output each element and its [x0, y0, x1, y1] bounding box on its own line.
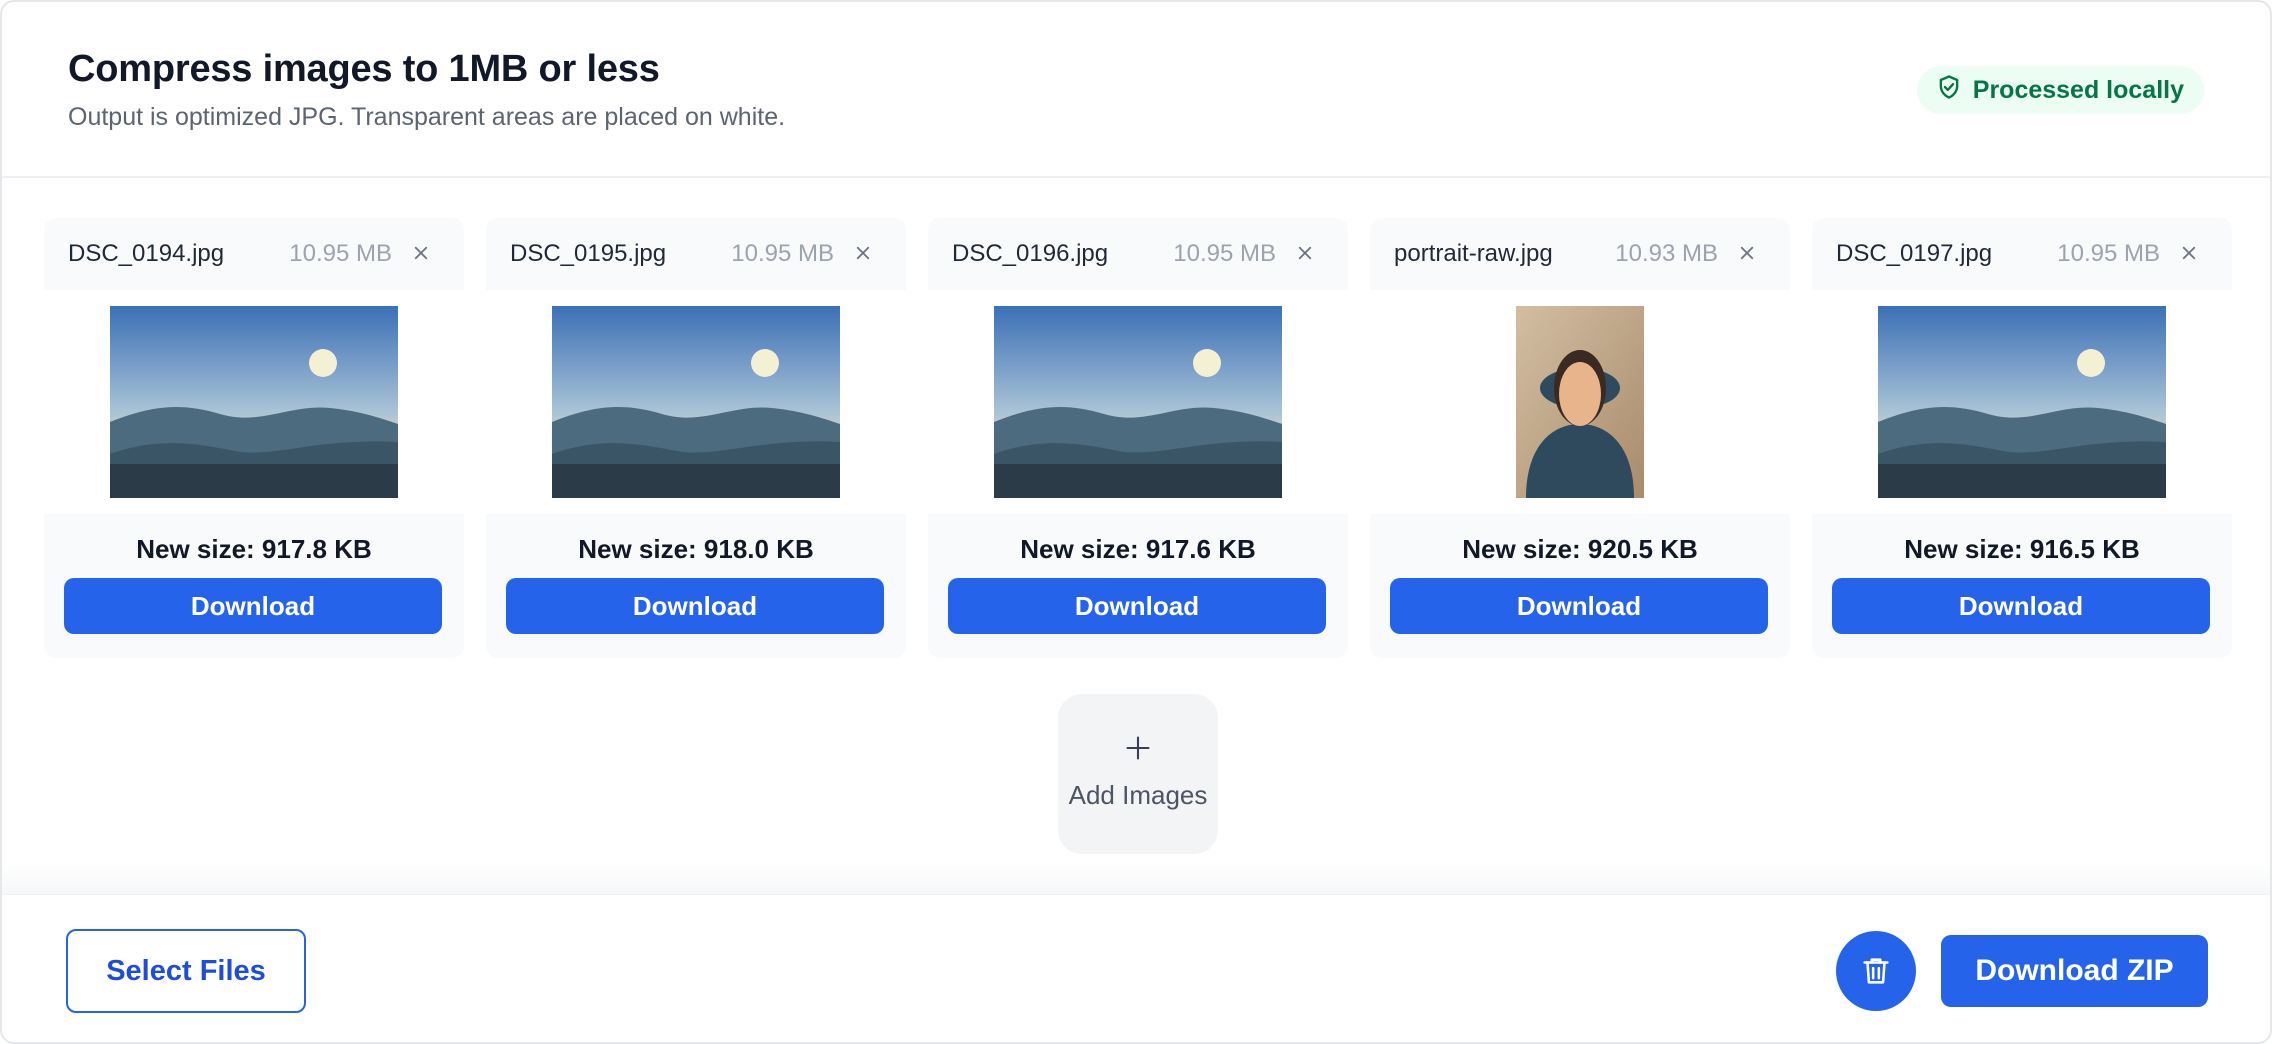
- new-size-label: New size: 917.6 KB: [1020, 534, 1256, 564]
- remove-file-button[interactable]: [406, 238, 436, 268]
- download-button[interactable]: Download: [506, 578, 884, 634]
- remove-file-button[interactable]: [1290, 238, 1320, 268]
- landscape-thumbnail: [110, 306, 398, 498]
- remove-file-button[interactable]: [1732, 238, 1762, 268]
- download-button[interactable]: Download: [64, 578, 442, 634]
- card-footer: New size: 918.0 KB Download: [486, 514, 906, 658]
- file-size: 10.93 MB: [1615, 240, 1718, 267]
- select-files-button[interactable]: Select Files: [66, 929, 306, 1013]
- file-name: DSC_0195.jpg: [510, 240, 667, 267]
- image-card: portrait-raw.jpg 10.93 MB New size: 920.…: [1370, 218, 1790, 658]
- card-footer: New size: 917.8 KB Download: [44, 514, 464, 658]
- card-footer: New size: 916.5 KB Download: [1812, 514, 2232, 658]
- remove-file-button[interactable]: [848, 238, 878, 268]
- close-icon: [856, 246, 870, 260]
- close-icon: [2182, 246, 2196, 260]
- image-card: DSC_0196.jpg 10.95 MB New size: 917.6 KB…: [928, 218, 1348, 658]
- download-button[interactable]: Download: [948, 578, 1326, 634]
- compressor-app: Compress images to 1MB or less Output is…: [0, 0, 2272, 1044]
- page-title: Compress images to 1MB or less: [68, 48, 660, 90]
- header: Compress images to 1MB or less Output is…: [2, 2, 2270, 178]
- file-name: DSC_0197.jpg: [1836, 240, 1993, 267]
- card-header: DSC_0196.jpg 10.95 MB: [928, 218, 1348, 290]
- close-icon: [1298, 246, 1312, 260]
- close-icon: [1740, 246, 1754, 260]
- add-images-button[interactable]: Add Images: [1058, 694, 1218, 854]
- image-card: DSC_0194.jpg 10.95 MB New size: 917.8 KB…: [44, 218, 464, 658]
- processed-locally-badge: Processed locally: [1916, 66, 2204, 114]
- card-footer: New size: 917.6 KB Download: [928, 514, 1348, 658]
- image-grid: DSC_0194.jpg 10.95 MB New size: 917.8 KB…: [44, 218, 2232, 658]
- new-size-label: New size: 917.8 KB: [136, 534, 372, 564]
- badge-label: Processed locally: [1972, 75, 2184, 104]
- close-icon: [414, 246, 428, 260]
- file-size: 10.95 MB: [2057, 240, 2160, 267]
- file-size: 10.95 MB: [289, 240, 392, 267]
- file-name: DSC_0194.jpg: [68, 240, 225, 267]
- card-header: DSC_0195.jpg 10.95 MB: [486, 218, 906, 290]
- download-zip-button[interactable]: Download ZIP: [1941, 935, 2208, 1007]
- file-name: portrait-raw.jpg: [1394, 240, 1553, 267]
- shield-check-icon: [1935, 73, 1963, 108]
- download-button[interactable]: Download: [1390, 578, 1768, 634]
- footer-toolbar: Select Files Download ZIP: [2, 894, 2270, 1042]
- page-subtitle: Output is optimized JPG. Transparent are…: [68, 103, 786, 131]
- card-header: DSC_0194.jpg 10.95 MB: [44, 218, 464, 290]
- card-header: portrait-raw.jpg 10.93 MB: [1370, 218, 1790, 290]
- download-button[interactable]: Download: [1832, 578, 2210, 634]
- trash-icon: [1863, 958, 1889, 984]
- card-header: DSC_0197.jpg 10.95 MB: [1812, 218, 2232, 290]
- portrait-thumbnail: [1516, 306, 1644, 498]
- new-size-label: New size: 920.5 KB: [1462, 534, 1698, 564]
- file-name: DSC_0196.jpg: [952, 240, 1109, 267]
- image-card: DSC_0195.jpg 10.95 MB New size: 918.0 KB…: [486, 218, 906, 658]
- landscape-thumbnail: [1878, 306, 2166, 498]
- new-size-label: New size: 916.5 KB: [1904, 534, 2140, 564]
- add-images-label: Add Images: [1068, 780, 1208, 810]
- remove-file-button[interactable]: [2174, 238, 2204, 268]
- new-size-label: New size: 918.0 KB: [578, 534, 814, 564]
- image-card: DSC_0197.jpg 10.95 MB New size: 916.5 KB…: [1812, 218, 2232, 658]
- file-size: 10.95 MB: [1173, 240, 1276, 267]
- landscape-thumbnail: [994, 306, 1282, 498]
- file-size: 10.95 MB: [731, 240, 834, 267]
- plus-icon: [1126, 736, 1150, 760]
- clear-all-button[interactable]: [1836, 931, 1916, 1011]
- card-footer: New size: 920.5 KB Download: [1370, 514, 1790, 658]
- landscape-thumbnail: [552, 306, 840, 498]
